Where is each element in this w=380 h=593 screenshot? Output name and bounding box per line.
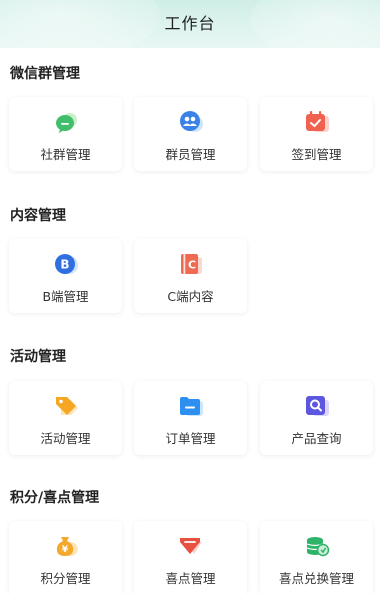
svg-text:C: C — [187, 259, 195, 272]
xidian-exchange-label: 喜点兑换管理 — [278, 571, 354, 586]
points-management-label: 积分管理 — [40, 571, 91, 586]
member-management-button[interactable]: 群员管理 — [134, 97, 247, 171]
tag-icon — [53, 394, 79, 418]
svg-text:¥: ¥ — [61, 545, 68, 555]
product-query-button[interactable]: 产品查询 — [260, 381, 373, 455]
member-management-label: 群员管理 — [165, 147, 216, 162]
activity-management-button[interactable]: 活动管理 — [9, 381, 122, 455]
checkin-management-label: 签到管理 — [291, 147, 342, 162]
folder-icon — [178, 394, 204, 418]
product-query-label: 产品查询 — [291, 431, 342, 446]
search-icon — [304, 394, 330, 418]
people-icon — [178, 110, 204, 134]
community-management-label: 社群管理 — [40, 147, 91, 162]
xidian-exchange-button[interactable]: 喜点兑换管理 — [260, 521, 373, 593]
page-title: 工作台 — [164, 14, 216, 33]
section-title-wechat-group: 微信群管理 — [10, 66, 80, 82]
checkin-management-button[interactable]: 签到管理 — [260, 97, 373, 171]
order-management-label: 订单管理 — [165, 431, 216, 446]
community-management-button[interactable]: 社群管理 — [9, 97, 122, 171]
app-header: 工作台 — [0, 0, 380, 48]
xidian-management-label: 喜点管理 — [165, 571, 216, 586]
section-title-activity: 活动管理 — [10, 349, 66, 365]
order-management-button[interactable]: 订单管理 — [134, 381, 247, 455]
chat-bubble-icon — [53, 110, 79, 134]
gem-icon — [178, 534, 204, 558]
coins-icon — [304, 534, 330, 558]
c-side-content-label: C端内容 — [167, 289, 214, 304]
c-side-content-button[interactable]: C C端内容 — [134, 239, 247, 313]
calendar-check-icon — [304, 110, 330, 134]
svg-text:B: B — [60, 258, 69, 272]
money-bag-icon: ¥ — [53, 534, 79, 558]
section-title-points: 积分/喜点管理 — [10, 490, 100, 506]
section-title-content: 内容管理 — [10, 208, 66, 224]
points-management-button[interactable]: ¥ 积分管理 — [9, 521, 122, 593]
b-side-management-button[interactable]: B B端管理 — [9, 239, 122, 313]
letter-c-icon: C — [178, 252, 204, 276]
b-side-management-label: B端管理 — [42, 289, 89, 304]
xidian-management-button[interactable]: 喜点管理 — [134, 521, 247, 593]
activity-management-label: 活动管理 — [40, 431, 91, 446]
letter-b-icon: B — [53, 252, 79, 276]
